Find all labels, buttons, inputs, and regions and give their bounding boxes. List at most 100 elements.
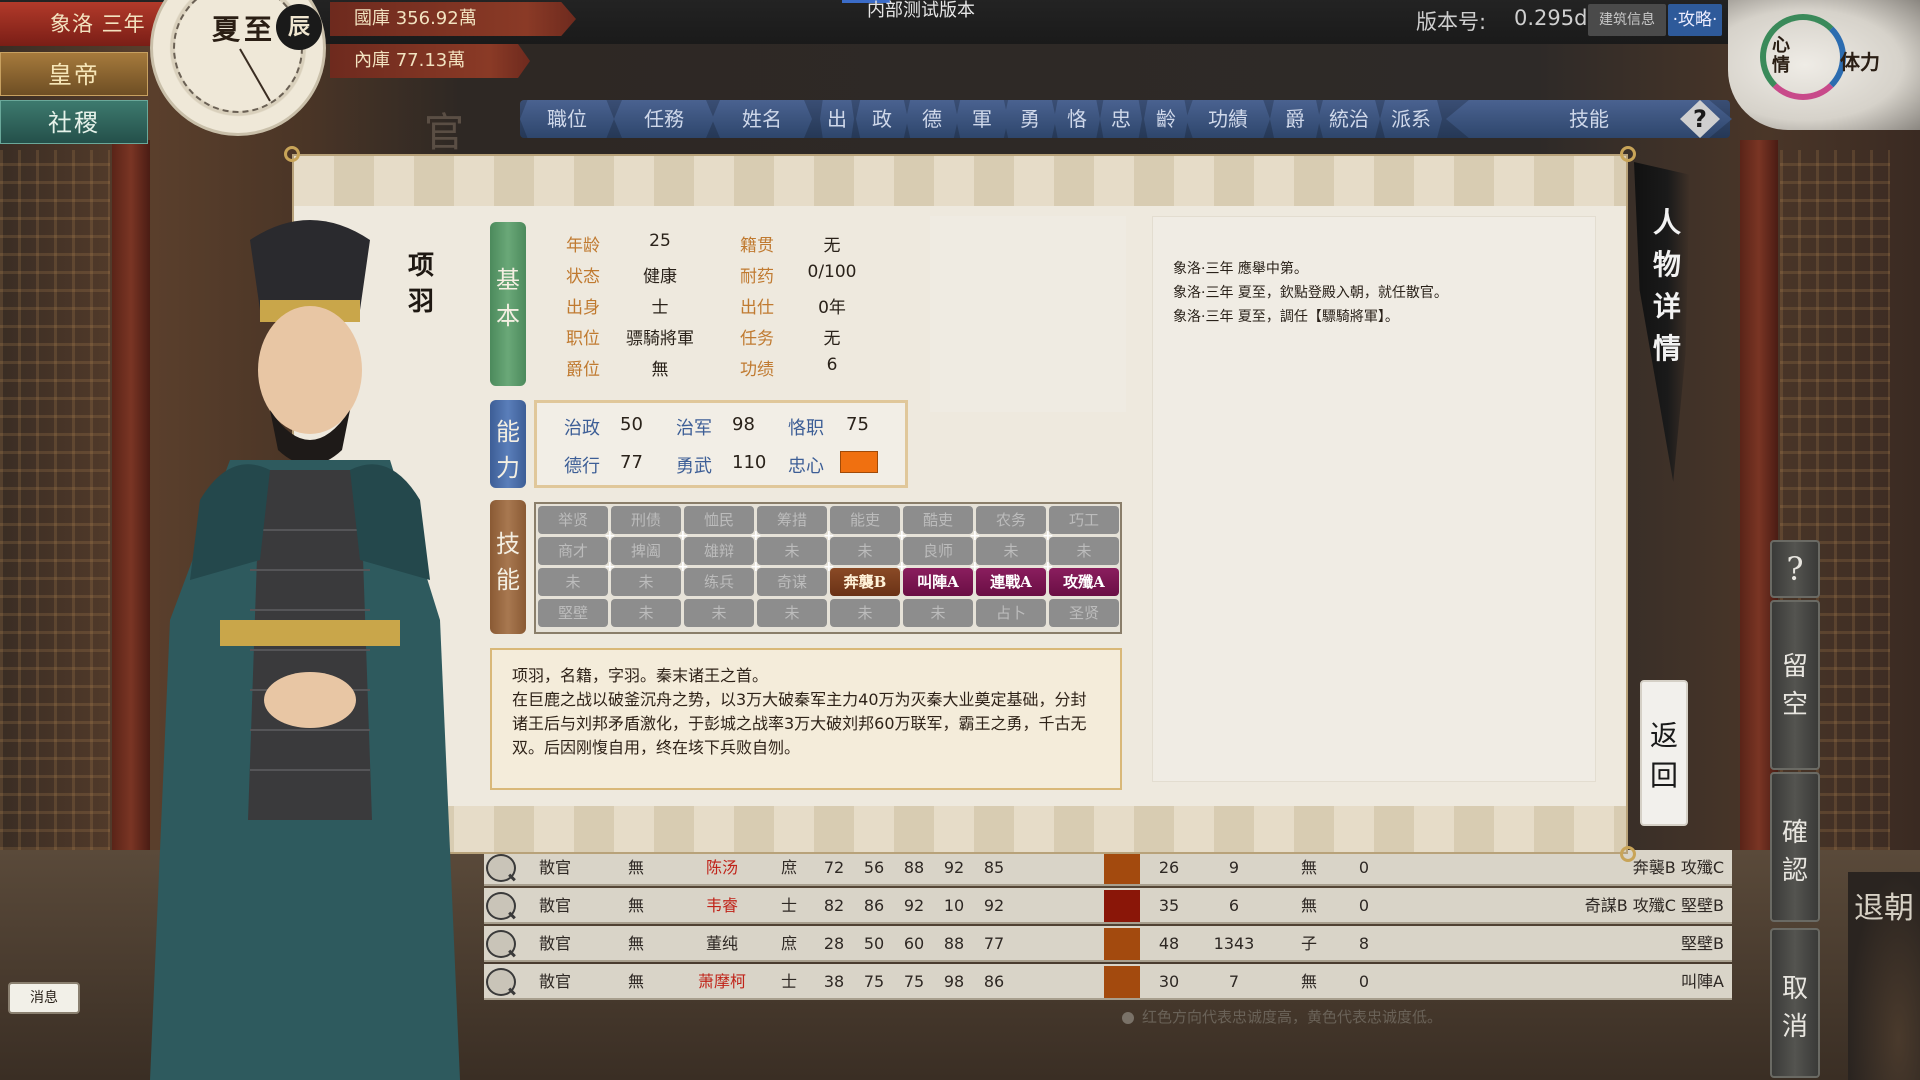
- skill-cell[interactable]: 圣贤: [1049, 599, 1119, 627]
- resist-value: 0/100: [807, 262, 857, 282]
- skill-cell[interactable]: 农务: [976, 506, 1046, 534]
- skill-cell[interactable]: 未: [1049, 537, 1119, 565]
- emblem-placeholder: [930, 216, 1126, 412]
- column-header[interactable]: 職位: [520, 100, 614, 138]
- skill-cell[interactable]: 筹措: [757, 506, 827, 534]
- skill-link-icon: +: [604, 528, 616, 544]
- skill-cell[interactable]: 捭阖: [611, 537, 681, 565]
- column-header[interactable]: 忠: [1100, 100, 1142, 138]
- skill-link-icon: +: [750, 528, 762, 544]
- skill-cell[interactable]: 酷吏: [903, 506, 973, 534]
- skill-cell[interactable]: 連戰A: [976, 568, 1046, 596]
- table-row[interactable]: 散官 無 董纯 庶 28 50 60 88 77 48 1343 子 8 堅壁B: [484, 926, 1732, 962]
- column-header[interactable]: 恪: [1054, 100, 1100, 138]
- skill-cell[interactable]: 举贤: [538, 506, 608, 534]
- career-value: 0年: [818, 298, 846, 318]
- zhengzhi-value: 50: [620, 414, 643, 435]
- skill-cell[interactable]: 未: [830, 599, 900, 627]
- table-row[interactable]: 散官 無 萧摩柯 士 38 75 75 98 86 30 7 無 0 叫陣A: [484, 964, 1732, 1000]
- column-header[interactable]: 爵: [1270, 100, 1320, 138]
- bio-line: 在巨鹿之战以破釜沉舟之势，以3万大破秦军主力40万为灭秦大业奠定基础，分封诸王后…: [512, 690, 1087, 757]
- table-row[interactable]: 散官 無 韦睿 士 82 86 92 10 92 35 6 無 0 奇謀B 攻殲C 堅壁B: [484, 888, 1732, 924]
- loyalty-legend: 红色方向代表忠诚度高，黄色代表忠诚度低。: [1142, 1008, 1443, 1026]
- help-button[interactable]: ?: [1770, 540, 1820, 598]
- column-header[interactable]: 德: [906, 100, 958, 138]
- skill-cell[interactable]: 能吏: [830, 506, 900, 534]
- end-court-button[interactable]: 退朝: [1848, 872, 1920, 1080]
- bio-line: 项羽，名籍，字羽。秦末诸王之首。: [512, 666, 769, 685]
- skill-cell[interactable]: 未: [903, 599, 973, 627]
- skill-cell[interactable]: 未: [976, 537, 1046, 565]
- news-button[interactable]: 消息: [8, 982, 80, 1014]
- character-biography: 项羽，名籍，字羽。秦末诸王之首。 在巨鹿之战以破釜沉舟之势，以3万大破秦军主力4…: [490, 648, 1122, 790]
- skill-cell[interactable]: 叫陣A: [903, 568, 973, 596]
- skill-cell[interactable]: 占卜: [976, 599, 1046, 627]
- skill-cell[interactable]: 堅壁: [538, 599, 608, 627]
- skill-cell[interactable]: 奇谋: [757, 568, 827, 596]
- cell-merit: 7: [1228, 972, 1240, 991]
- cell-task: 無: [627, 934, 644, 953]
- birth-value: 士: [651, 298, 669, 318]
- cancel-button[interactable]: 取消: [1770, 928, 1820, 1078]
- column-header[interactable]: 統治: [1318, 100, 1380, 138]
- skill-cell[interactable]: 练兵: [684, 568, 754, 596]
- version-value: 0.295d: [1514, 6, 1588, 30]
- skill-cell[interactable]: 未: [684, 599, 754, 627]
- skill-cell[interactable]: 奔襲B: [830, 568, 900, 596]
- cell-merit: 1343: [1213, 934, 1255, 953]
- column-header[interactable]: 任務: [614, 100, 714, 138]
- cell-zheng: 28: [823, 934, 845, 953]
- kezhi-label: 恪职: [788, 418, 824, 439]
- skill-cell[interactable]: 攻殲A: [1049, 568, 1119, 596]
- skill-cell[interactable]: 未: [757, 599, 827, 627]
- column-header[interactable]: 姓名: [712, 100, 812, 138]
- skill-cell[interactable]: 未: [830, 537, 900, 565]
- skill-cell[interactable]: 未: [757, 537, 827, 565]
- column-header[interactable]: 勇: [1004, 100, 1056, 138]
- mood-stamina-gauge[interactable]: [1728, 0, 1920, 130]
- cell-de: 75: [863, 972, 885, 991]
- table-row[interactable]: 散官 無 陈汤 庶 72 56 88 92 85 26 9 無 0 奔襲B 攻殲C: [484, 850, 1732, 886]
- skill-cell[interactable]: 商才: [538, 537, 608, 565]
- skill-cell[interactable]: 恤民: [684, 506, 754, 534]
- build-info-button[interactable]: 建筑信息: [1588, 4, 1666, 36]
- skill-cell[interactable]: 未: [611, 599, 681, 627]
- cell-age: 48: [1158, 934, 1180, 953]
- position-label: 职位: [566, 329, 600, 349]
- stamina-label: 体力: [1840, 50, 1880, 74]
- column-header[interactable]: 齡: [1144, 100, 1188, 138]
- skill-cell[interactable]: 良师: [903, 537, 973, 565]
- column-header[interactable]: 功績: [1186, 100, 1270, 138]
- cell-tongzhi: 8: [1358, 934, 1370, 953]
- cell-zheng: 72: [823, 858, 845, 877]
- cell-merit: 6: [1228, 896, 1240, 915]
- column-header[interactable]: 政: [856, 100, 908, 138]
- skill-cell[interactable]: 未: [538, 568, 608, 596]
- modal-title: 人物详情: [1652, 206, 1681, 365]
- confirm-button[interactable]: 確認: [1770, 772, 1820, 922]
- cell-yong: 92: [943, 858, 965, 877]
- skill-cell[interactable]: 雄辩: [684, 537, 754, 565]
- column-header[interactable]: 出: [820, 100, 854, 138]
- skill-link-icon: +: [677, 559, 689, 575]
- cell-yong: 10: [943, 896, 965, 915]
- column-header[interactable]: 派系: [1380, 100, 1442, 138]
- back-button[interactable]: 返回: [1640, 680, 1688, 826]
- leave-vacant-button[interactable]: 留空: [1770, 600, 1820, 770]
- sheji-button[interactable]: 社稷: [0, 100, 148, 144]
- loyalty-cell: [1104, 966, 1140, 998]
- dexing-label: 德行: [564, 456, 600, 477]
- lattice-window-left: [0, 150, 110, 850]
- emperor-button[interactable]: 皇帝: [0, 52, 148, 96]
- cell-jun: 92: [903, 896, 925, 915]
- cell-pos: 散官: [538, 896, 571, 915]
- skill-cell[interactable]: 巧工: [1049, 506, 1119, 534]
- skill-cell[interactable]: 刑债: [611, 506, 681, 534]
- skill-link-icon: +: [1042, 559, 1054, 575]
- position-value: 骠騎將軍: [626, 329, 694, 349]
- skill-cell[interactable]: 未: [611, 568, 681, 596]
- column-header[interactable]: 軍: [956, 100, 1008, 138]
- cell-tongzhi: 0: [1358, 972, 1370, 991]
- skill-link-icon: +: [896, 528, 908, 544]
- guide-button[interactable]: ·攻略·: [1668, 4, 1722, 36]
